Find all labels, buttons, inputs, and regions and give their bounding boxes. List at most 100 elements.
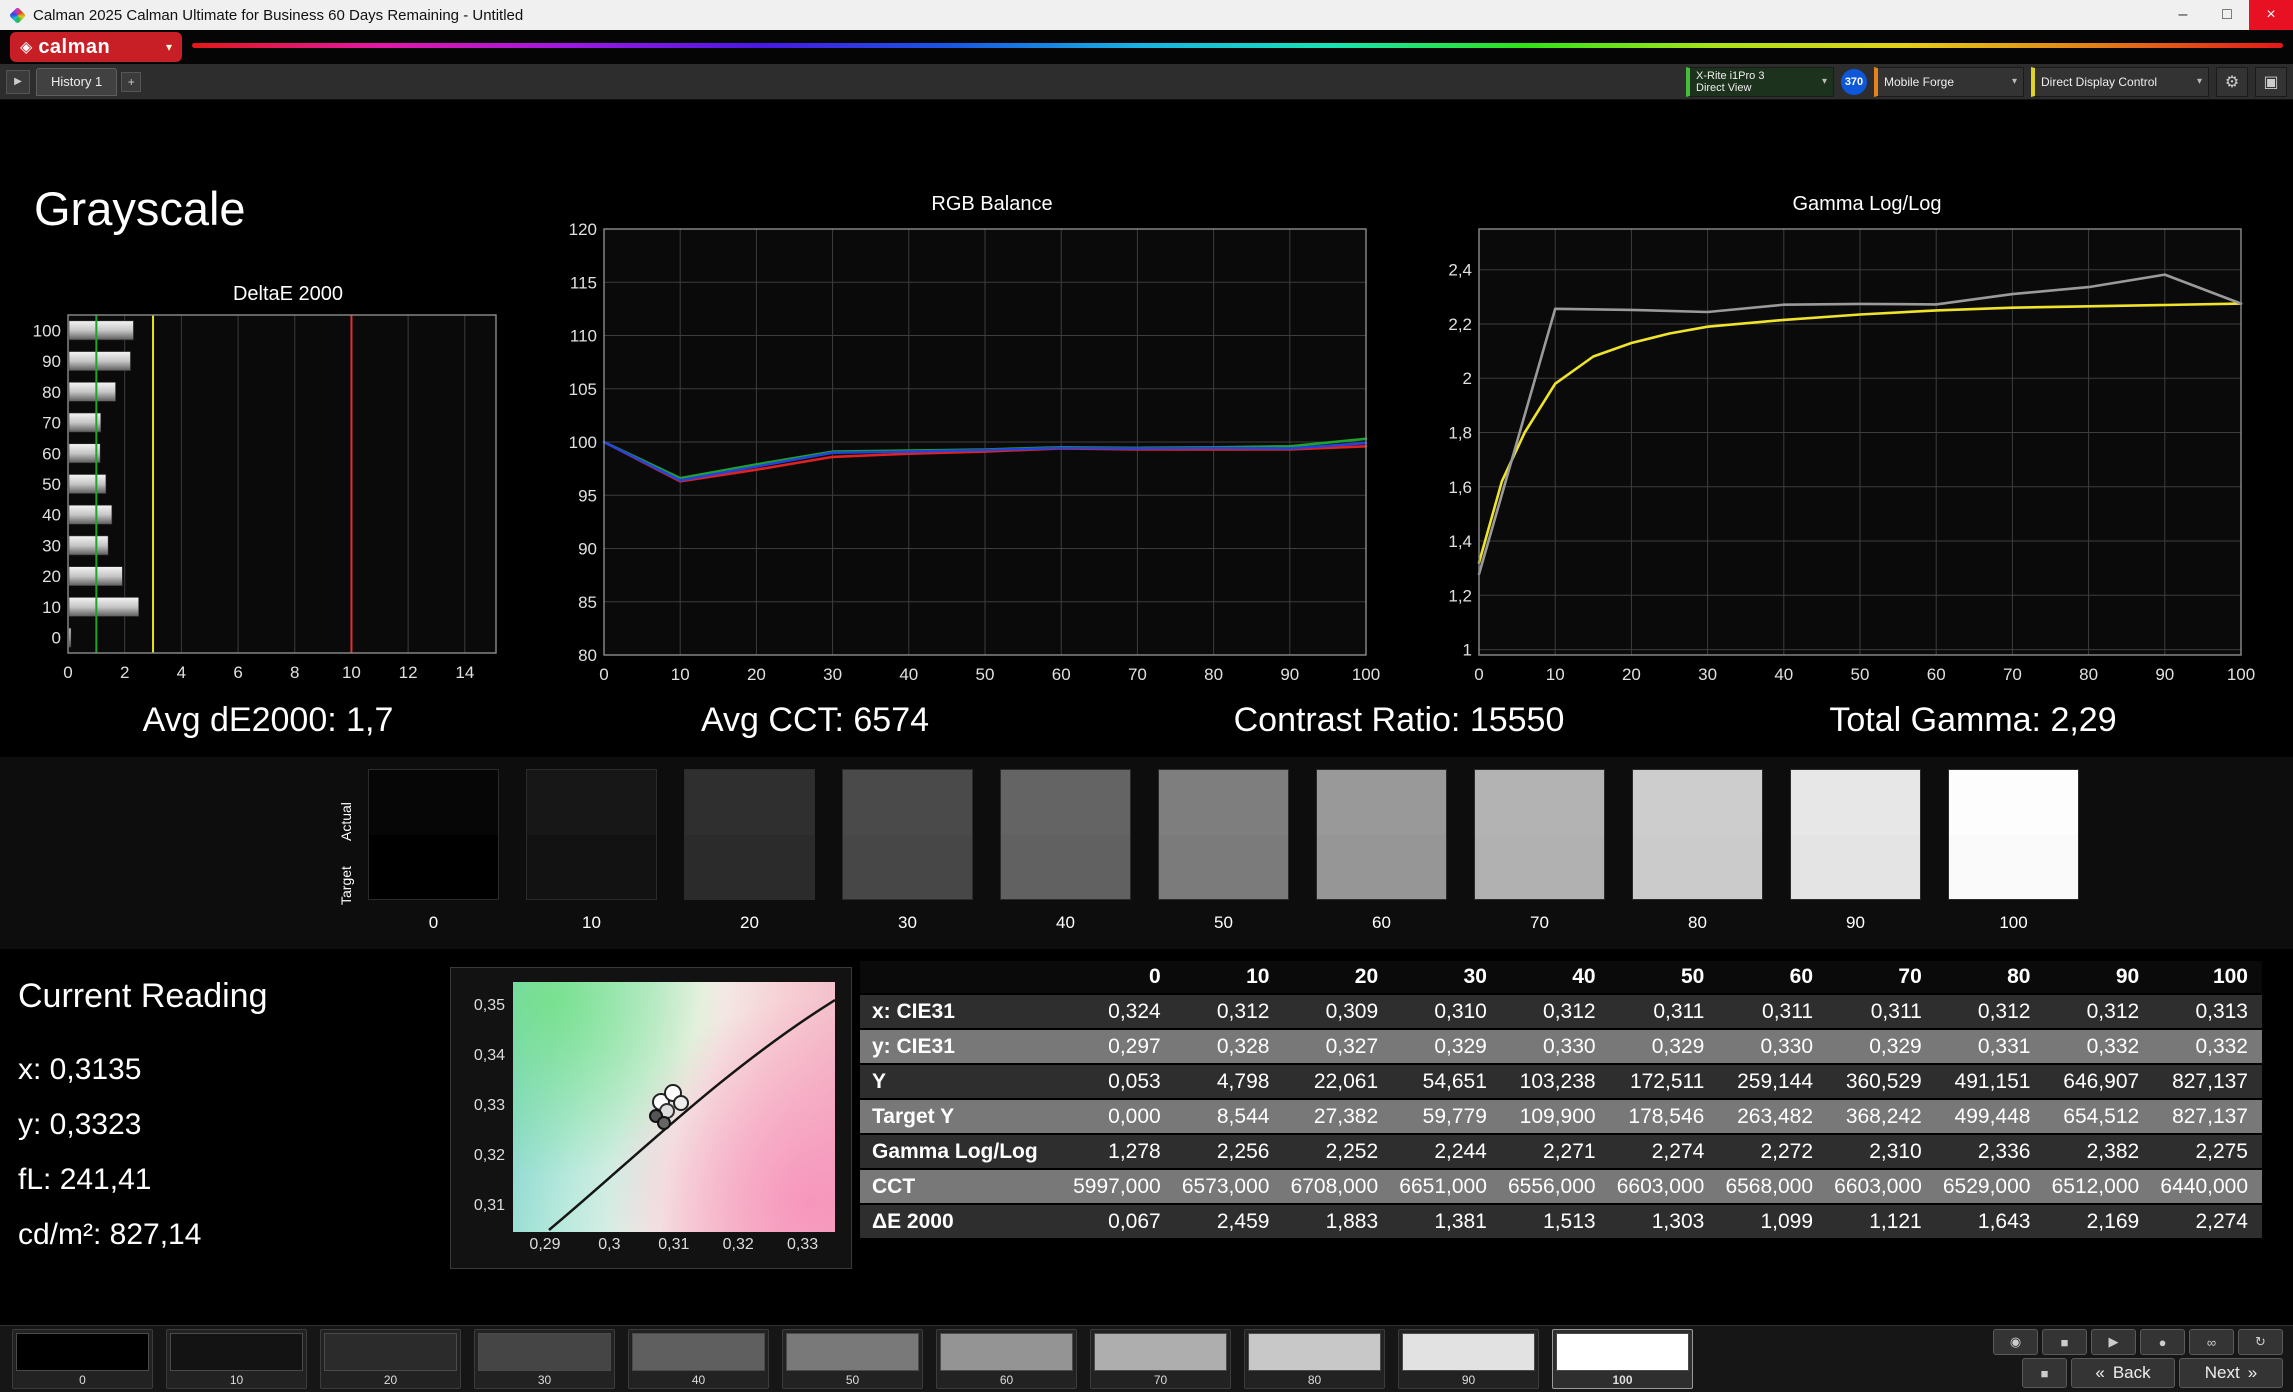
meter-select-button[interactable]: X-Rite i1Pro 3 Direct View ▾ bbox=[1686, 66, 1834, 97]
source-name: Mobile Forge bbox=[1884, 74, 1955, 89]
table-cell: 259,144 bbox=[1718, 1064, 1828, 1100]
next-button[interactable]: Next » bbox=[2179, 1358, 2283, 1388]
svg-text:90: 90 bbox=[2155, 665, 2174, 684]
avg-de2000-value: Avg dE2000: 1,7 bbox=[142, 701, 394, 739]
window-title: Calman 2025 Calman Ultimate for Business… bbox=[33, 6, 524, 24]
table-cell: 0,000 bbox=[1066, 1099, 1175, 1135]
add-tab-button[interactable]: + bbox=[121, 71, 142, 92]
workspace-panel-button[interactable]: ▣ bbox=[2255, 66, 2287, 97]
stop-pattern-button[interactable]: ■ bbox=[2022, 1358, 2067, 1388]
pattern-swatch bbox=[786, 1333, 919, 1371]
patch-80: 80 bbox=[1632, 769, 1763, 933]
measurement-point bbox=[657, 1116, 671, 1130]
table-cell: 0,330 bbox=[1500, 1029, 1610, 1065]
svg-text:30: 30 bbox=[823, 665, 842, 684]
table-cell: 654,512 bbox=[2044, 1099, 2154, 1135]
back-button[interactable]: « Back bbox=[2071, 1358, 2175, 1388]
patch-count-badge[interactable]: 370 bbox=[1841, 68, 1867, 95]
table-cell: 2,310 bbox=[1827, 1134, 1936, 1170]
grayscale-patch-swatch bbox=[526, 769, 657, 900]
pattern-button-60[interactable]: 60 bbox=[936, 1329, 1077, 1389]
source-select-button[interactable]: Mobile Forge ▾ bbox=[1874, 66, 2024, 97]
total-gamma-value: Total Gamma: 2,29 bbox=[1829, 701, 2117, 739]
continuous-read-button[interactable]: ∞ bbox=[2189, 1329, 2234, 1355]
svg-text:80: 80 bbox=[42, 383, 61, 402]
deltae-chart: DeltaE 2000 0 2 4 6 8 10 12 14 100 90 80 70 60 50 40 30… bbox=[28, 283, 508, 687]
svg-text:100: 100 bbox=[2227, 665, 2255, 684]
table-cell: 5997,000 bbox=[1066, 1169, 1175, 1205]
cie-x-tick: 0,3 bbox=[598, 1236, 621, 1253]
pattern-button-40[interactable]: 40 bbox=[628, 1329, 769, 1389]
svg-text:1,2: 1,2 bbox=[1448, 586, 1472, 605]
table-cell: 0,067 bbox=[1066, 1204, 1175, 1240]
sidebar-expander-button[interactable]: ▶ bbox=[6, 69, 30, 94]
table-row-label: Target Y bbox=[860, 1099, 1066, 1135]
svg-text:80: 80 bbox=[2079, 665, 2098, 684]
pattern-level-label: 30 bbox=[537, 1373, 552, 1387]
close-button[interactable]: × bbox=[2249, 0, 2293, 30]
patch-level-label: 100 bbox=[1999, 913, 2028, 932]
back-arrow-icon: « bbox=[2095, 1363, 2105, 1382]
patch-30: 30 bbox=[842, 769, 973, 933]
pattern-swatch bbox=[170, 1333, 303, 1371]
stop-button[interactable]: ■ bbox=[2042, 1329, 2087, 1355]
maximize-button[interactable]: □ bbox=[2205, 0, 2249, 30]
grayscale-patch-swatch bbox=[1948, 769, 2079, 900]
table-row-label: Y bbox=[860, 1064, 1066, 1100]
pattern-button-30[interactable]: 30 bbox=[474, 1329, 615, 1389]
avg-cct-value: Avg CCT: 6574 bbox=[700, 701, 930, 739]
svg-text:105: 105 bbox=[569, 380, 597, 399]
table-row: Y 0,053 4,798 22,061 54,651 103,238 172,511 259… bbox=[860, 1064, 2262, 1100]
grayscale-patch-swatch bbox=[1000, 769, 1131, 900]
pattern-button-0[interactable]: 0 bbox=[12, 1329, 153, 1389]
tab-history-1[interactable]: History 1 bbox=[36, 67, 118, 96]
pattern-button-20[interactable]: 20 bbox=[320, 1329, 461, 1389]
transport-row-2: ■ « Back Next » bbox=[1993, 1358, 2283, 1388]
cie-y-tick: 0,34 bbox=[473, 1047, 505, 1064]
table-cell: 1,643 bbox=[1935, 1204, 2045, 1240]
pattern-button-80[interactable]: 80 bbox=[1244, 1329, 1385, 1389]
patch-level-label: 60 bbox=[1372, 913, 1391, 932]
table-cell: 2,244 bbox=[1392, 1134, 1501, 1170]
chevron-down-icon: ▾ bbox=[1821, 76, 1827, 87]
svg-text:6: 6 bbox=[233, 663, 242, 682]
rgb-balance-chart-plot: 120115110105100959085800 10 20 30 40 50 60 70 80… bbox=[569, 221, 1380, 684]
pattern-button-100[interactable]: 100 bbox=[1552, 1329, 1693, 1389]
actual-row-label: Actual bbox=[338, 802, 354, 841]
table-cell: 2,252 bbox=[1283, 1134, 1393, 1170]
refresh-button[interactable]: ↻ bbox=[2238, 1329, 2283, 1355]
svg-text:70: 70 bbox=[1128, 665, 1147, 684]
settings-gear-button[interactable]: ⚙ bbox=[2216, 66, 2248, 97]
pattern-button-50[interactable]: 50 bbox=[782, 1329, 923, 1389]
pattern-button-70[interactable]: 70 bbox=[1090, 1329, 1231, 1389]
table-row-label: ΔE 2000 bbox=[860, 1204, 1066, 1240]
table-row: Target Y 0,000 8,544 27,382 59,779 109,900 178… bbox=[860, 1099, 2262, 1135]
minimize-button[interactable]: – bbox=[2161, 0, 2205, 30]
table-cell: 6651,000 bbox=[1392, 1169, 1501, 1205]
cie-chart bbox=[548, 998, 835, 1231]
table-cell: 1,303 bbox=[1609, 1204, 1719, 1240]
table-cell: 1,381 bbox=[1392, 1204, 1501, 1240]
display-control-button[interactable]: Direct Display Control ▾ bbox=[2031, 66, 2209, 97]
pattern-button-90[interactable]: 90 bbox=[1398, 1329, 1539, 1389]
pattern-level-label: 70 bbox=[1153, 1373, 1168, 1387]
grayscale-patch-swatch bbox=[1474, 769, 1605, 900]
table-cell: 1,278 bbox=[1066, 1134, 1175, 1170]
pattern-swatch bbox=[324, 1333, 457, 1371]
table-cell: 1,513 bbox=[1500, 1204, 1610, 1240]
calman-gem-icon: ◈ bbox=[20, 39, 33, 56]
table-cell: 0,312 bbox=[1935, 994, 2045, 1030]
meter-name: X-Rite i1Pro 3 bbox=[1696, 69, 1765, 82]
target-half bbox=[1001, 834, 1130, 899]
svg-text:40: 40 bbox=[1774, 665, 1793, 684]
record-button[interactable]: ● bbox=[2140, 1329, 2185, 1355]
table-cell: 6573,000 bbox=[1174, 1169, 1284, 1205]
play-button[interactable]: ▶ bbox=[2091, 1329, 2136, 1355]
table-cell: 0,327 bbox=[1283, 1029, 1393, 1065]
table-cell: 22,061 bbox=[1283, 1064, 1393, 1100]
pattern-button-10[interactable]: 10 bbox=[166, 1329, 307, 1389]
svg-text:10: 10 bbox=[42, 598, 61, 617]
calman-logo-menu[interactable]: ◈ calman ▾ bbox=[10, 32, 182, 62]
snapshot-button[interactable]: ◉ bbox=[1993, 1329, 2038, 1355]
svg-text:0: 0 bbox=[63, 663, 72, 682]
